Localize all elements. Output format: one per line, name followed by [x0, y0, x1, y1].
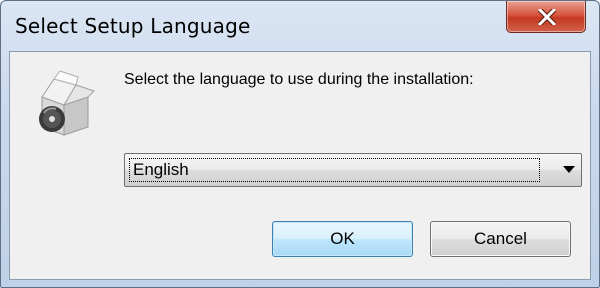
setup-language-dialog: Select Setup Language Select the languag…	[0, 0, 600, 288]
language-prompt: Select the language to use during the in…	[124, 71, 474, 88]
title-bar[interactable]: Select Setup Language	[1, 1, 599, 51]
setup-installer-icon	[39, 70, 95, 136]
window-title: Select Setup Language	[15, 14, 251, 38]
language-select[interactable]: English	[124, 153, 582, 187]
cancel-button[interactable]: Cancel	[430, 221, 571, 257]
close-x-icon	[538, 9, 556, 25]
ok-button[interactable]: OK	[272, 221, 413, 257]
dialog-body: Select the language to use during the in…	[9, 51, 591, 280]
language-selected-value: English	[129, 158, 540, 182]
close-button[interactable]	[506, 1, 586, 33]
dropdown-arrow-icon	[563, 166, 575, 173]
